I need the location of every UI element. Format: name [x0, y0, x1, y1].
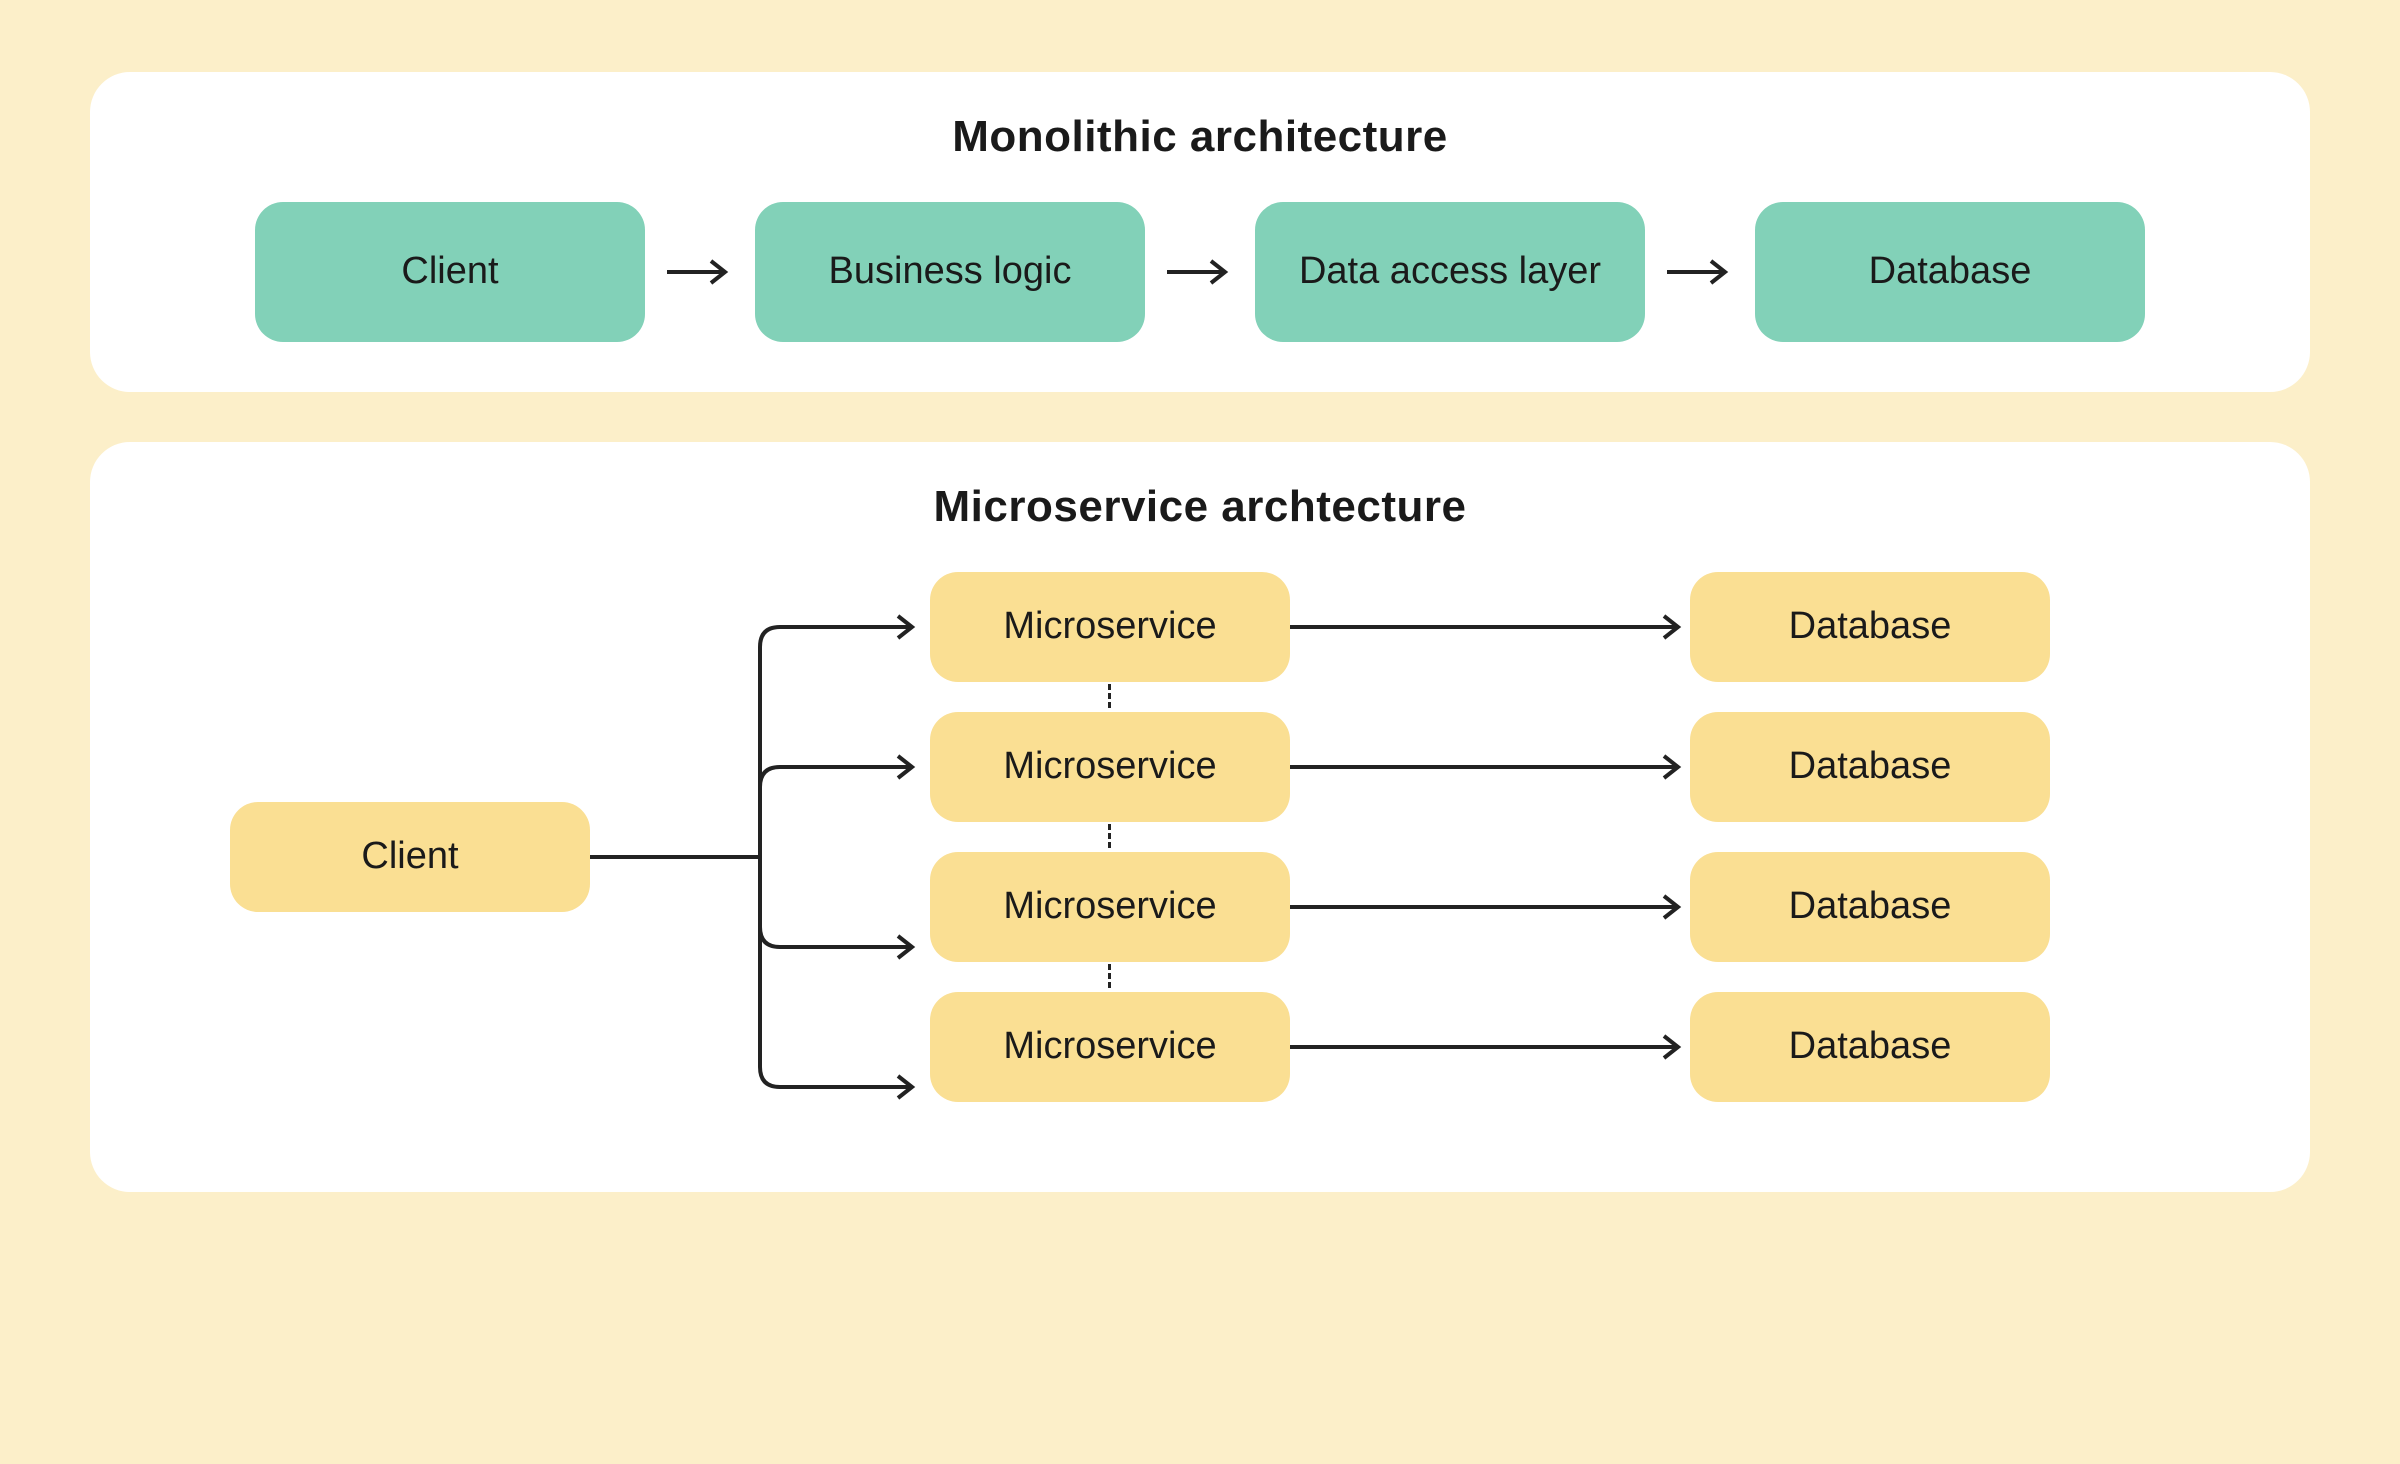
arrow-icon [1290, 892, 1690, 922]
dashed-connector [1108, 684, 1111, 708]
microservice-title: Microservice archtecture [150, 482, 2250, 532]
node-database: Database [1755, 202, 2145, 342]
node-ms-database: Database [1690, 992, 2050, 1102]
fanout-connector [590, 572, 930, 1142]
node-microservice: Microservice [930, 852, 1290, 962]
node-ms-database: Database [1690, 572, 2050, 682]
node-microservice: Microservice [930, 992, 1290, 1102]
node-microservice: Microservice [930, 572, 1290, 682]
database-column: Database Database Database Database [1690, 572, 2050, 1102]
microservice-panel: Microservice archtecture Client Microser… [90, 442, 2310, 1192]
node-ms-client: Client [230, 802, 590, 912]
dashed-connector [1108, 824, 1111, 848]
arrow-icon [1290, 612, 1690, 642]
arrow-icon [665, 257, 735, 287]
arrow-icon [1290, 1032, 1690, 1062]
arrow-icon [1665, 257, 1735, 287]
monolithic-panel: Monolithic architecture Client Business … [90, 72, 2310, 392]
node-ms-database: Database [1690, 712, 2050, 822]
monolithic-flow: Client Business logic Data access layer … [150, 202, 2250, 342]
node-client: Client [255, 202, 645, 342]
arrow-icon [1290, 752, 1690, 782]
node-business-logic: Business logic [755, 202, 1145, 342]
node-microservice: Microservice [930, 712, 1290, 822]
node-ms-database: Database [1690, 852, 2050, 962]
dashed-connector [1108, 964, 1111, 988]
arrow-icon [1165, 257, 1235, 287]
node-data-access: Data access layer [1255, 202, 1645, 342]
microservice-body: Client Microservice Microservice Microse… [150, 572, 2250, 1142]
monolithic-title: Monolithic architecture [150, 112, 2250, 162]
